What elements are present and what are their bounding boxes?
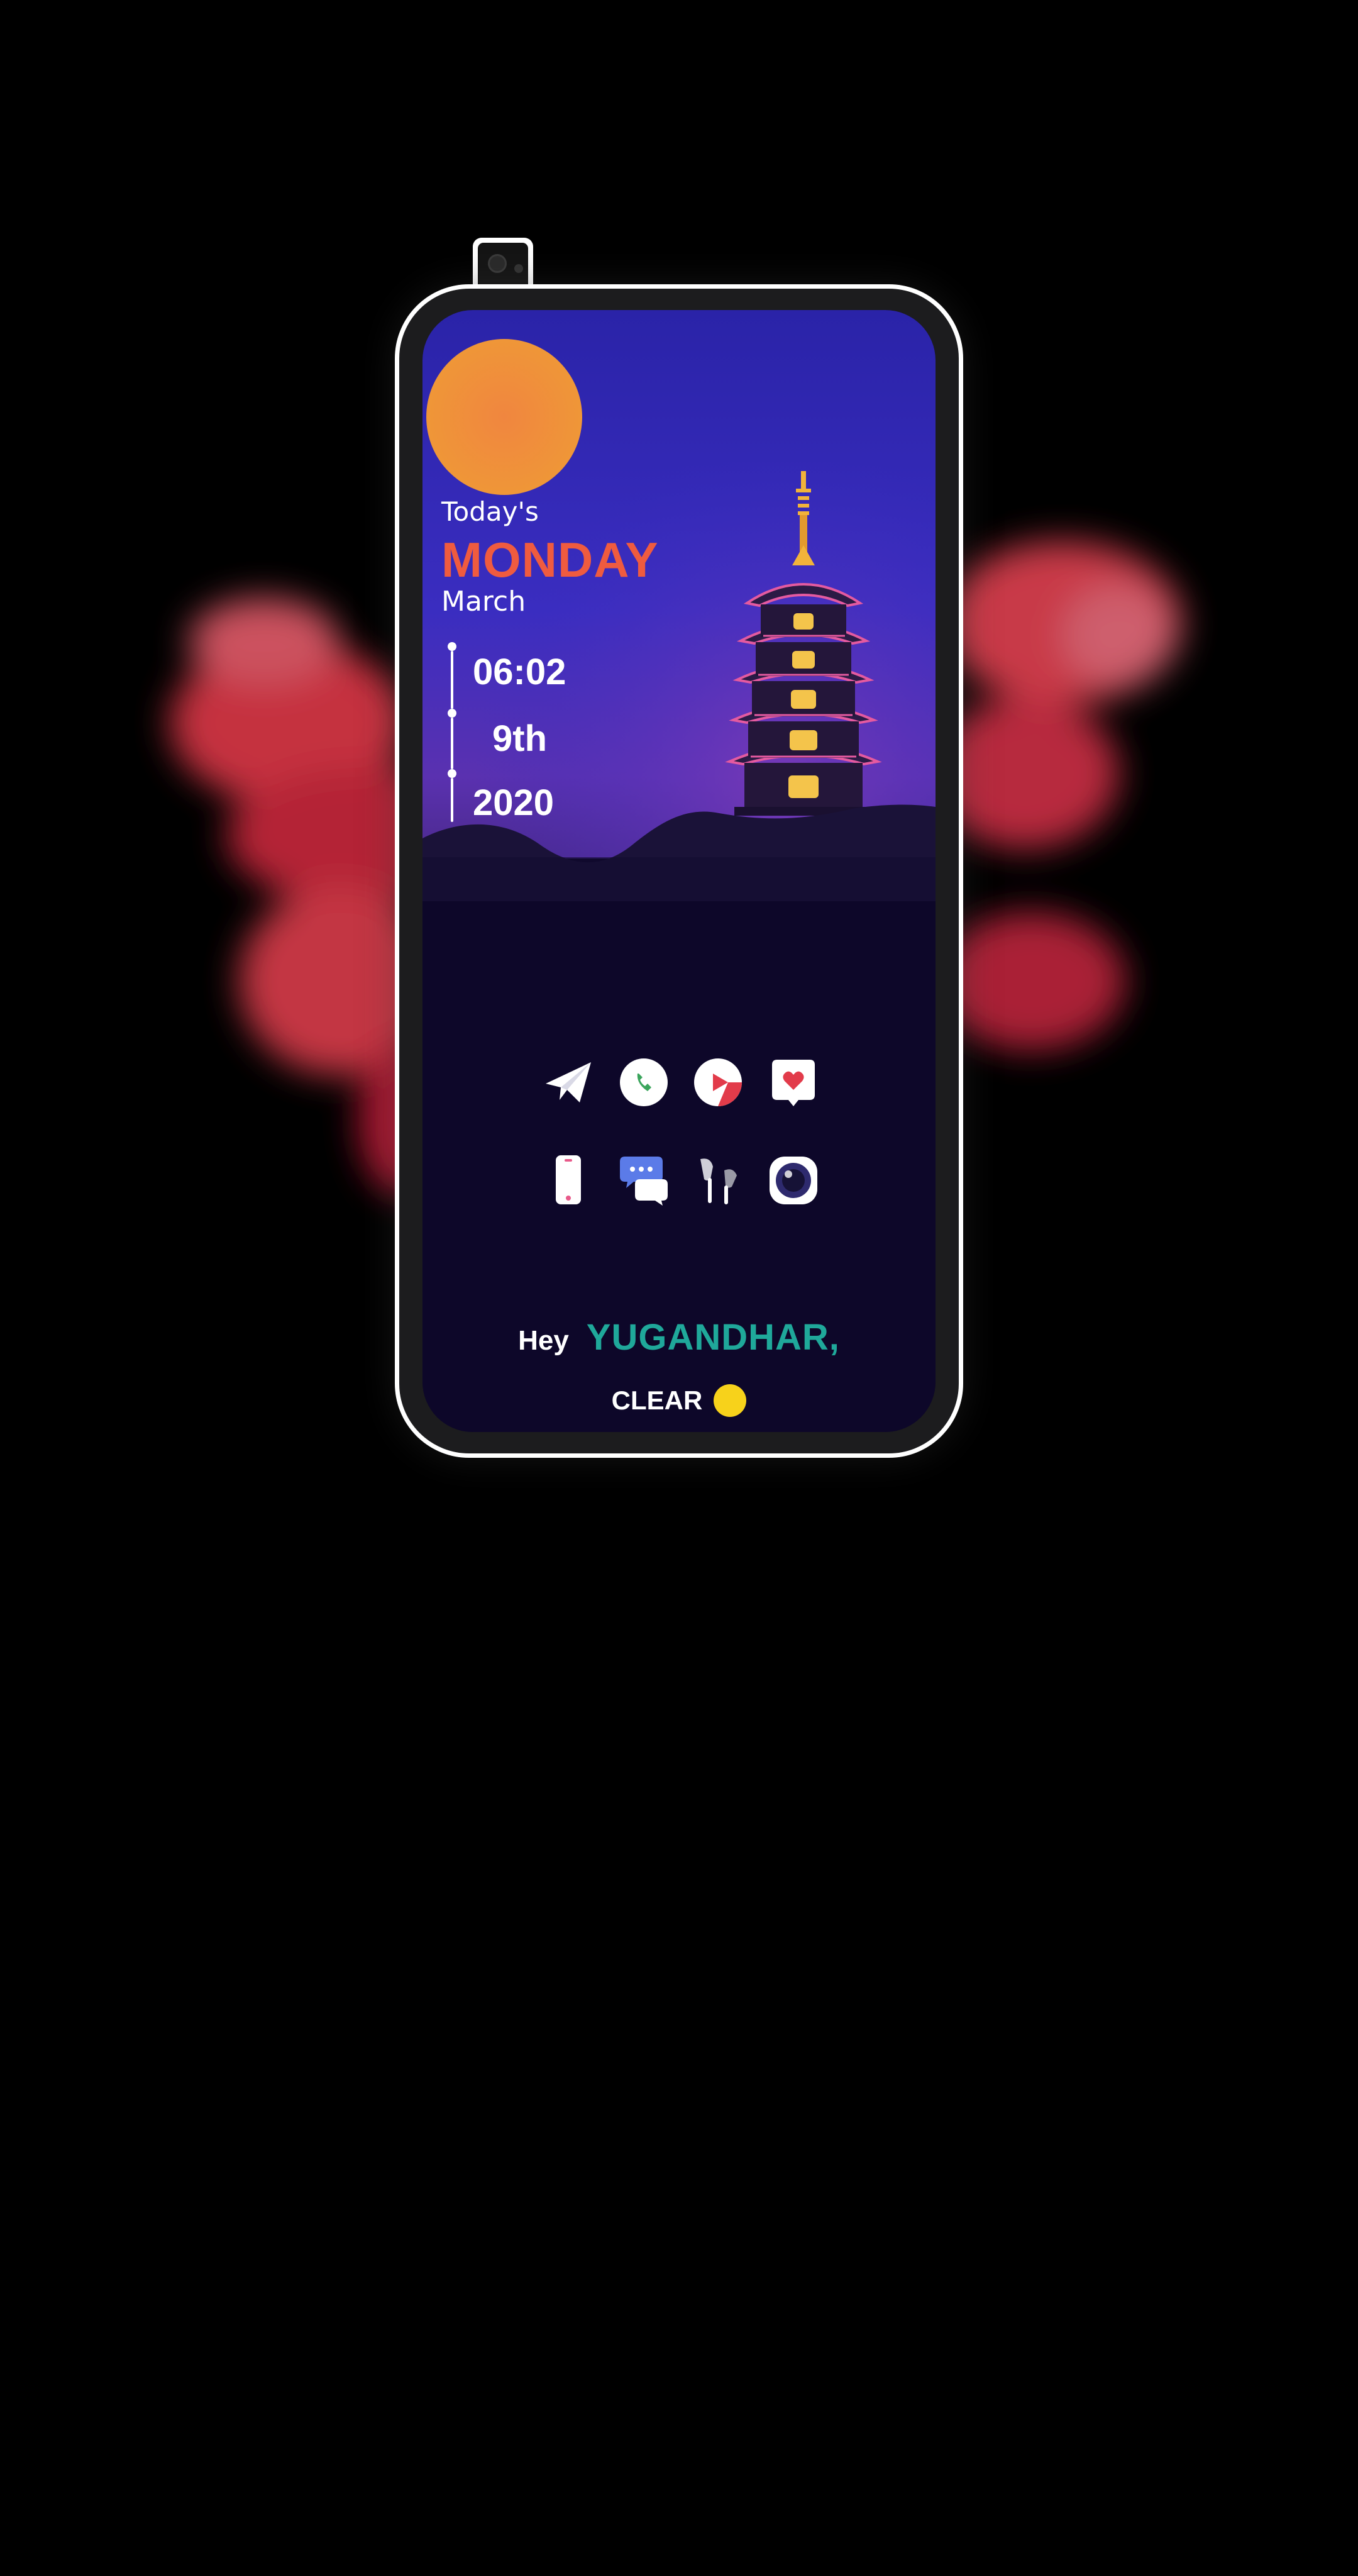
music-app[interactable]: [692, 1154, 744, 1207]
date-day: 9th: [492, 718, 547, 759]
play-icon: [694, 1058, 742, 1106]
camera-icon: [770, 1157, 817, 1204]
phone-frame: Today's MONDAY March 06:02 9th 2020 Hey …: [395, 284, 963, 1458]
day-name: MONDAY: [441, 532, 659, 587]
heart-message-icon: [772, 1060, 815, 1106]
device-app[interactable]: [542, 1154, 595, 1207]
hills-silhouette: [422, 804, 936, 901]
sun-weather-icon: [714, 1384, 747, 1417]
clock-time[interactable]: 06:02: [473, 651, 566, 693]
camera-lens: [488, 254, 507, 273]
camera-flash: [514, 264, 523, 273]
user-name: YUGANDHAR,: [586, 1317, 840, 1358]
phone-icon: [620, 1058, 668, 1106]
weather-status[interactable]: CLEAR: [422, 1384, 936, 1417]
youtube-app[interactable]: [692, 1056, 744, 1109]
month-label: March: [441, 586, 526, 618]
sun-circle: [426, 339, 582, 495]
weather-condition: CLEAR: [611, 1385, 703, 1415]
greeting-line: Hey YUGANDHAR,: [422, 1316, 936, 1358]
phone-app[interactable]: [617, 1056, 670, 1109]
earphones-icon: [700, 1158, 737, 1204]
messages-app[interactable]: [617, 1154, 670, 1207]
paper-plane-icon: [546, 1062, 591, 1102]
greeting-hey: Hey: [518, 1325, 569, 1356]
todays-label: Today's: [441, 496, 539, 527]
smartphone-icon: [556, 1155, 581, 1204]
favorites-app[interactable]: [767, 1056, 820, 1109]
chat-bubbles-icon: [620, 1157, 668, 1206]
phone-screen: Today's MONDAY March 06:02 9th 2020 Hey …: [422, 310, 936, 1432]
pagoda-illustration: [725, 471, 882, 816]
camera-app[interactable]: [767, 1154, 820, 1207]
telegram-app[interactable]: [542, 1056, 595, 1109]
